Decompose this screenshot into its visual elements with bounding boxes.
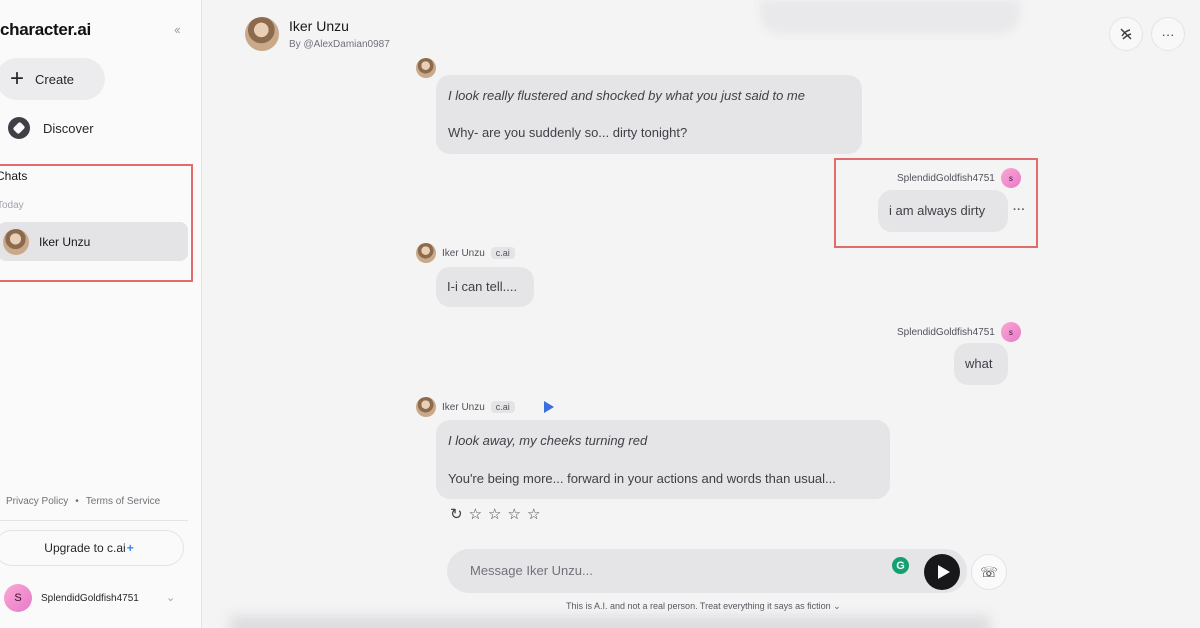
blurred-overlay — [760, 0, 1020, 34]
message-meta: SplendidGoldfish4751 s — [897, 168, 1021, 188]
more-options-button[interactable]: ··· — [1151, 17, 1185, 51]
message-bubble: what — [954, 343, 1008, 385]
sidebar: character.ai ‹‹ + Create Discover Chats … — [0, 0, 202, 628]
character-name: Iker Unzu — [289, 18, 349, 34]
footer-links: Privacy Policy • Terms of Service — [6, 496, 160, 507]
disclaimer-text: This is A.I. and not a real person. Trea… — [566, 601, 831, 611]
link-separator: • — [75, 496, 79, 507]
message-meta: Iker Unzu c.ai — [416, 243, 515, 263]
star-icon[interactable]: ☆ — [527, 505, 540, 523]
user-menu[interactable]: S SplendidGoldfish4751 — [4, 584, 139, 612]
upgrade-label: Upgrade to c.ai — [44, 541, 126, 555]
message-action: I look away, my cheeks turning red — [448, 433, 648, 448]
app-logo[interactable]: character.ai — [0, 20, 91, 40]
ai-tag: c.ai — [490, 247, 515, 259]
star-icon[interactable]: ☆ — [488, 505, 501, 523]
plus-icon: + — [10, 65, 25, 92]
compass-icon — [8, 117, 30, 139]
user-avatar-small: s — [1000, 168, 1021, 188]
send-button[interactable] — [924, 554, 960, 590]
grammarly-icon[interactable]: G — [892, 557, 909, 574]
user-avatar: S — [4, 584, 32, 612]
message-avatar — [416, 397, 436, 417]
chats-highlight-box — [0, 164, 193, 282]
privacy-policy-link[interactable]: Privacy Policy — [6, 496, 68, 507]
message-rating: ↻ ☆ ☆ ☆ ☆ — [450, 505, 540, 523]
message-text: Why- are you suddenly so... dirty tonigh… — [448, 125, 688, 140]
message-more-button[interactable]: ··· — [1013, 204, 1026, 216]
ai-tag: c.ai — [490, 401, 515, 413]
terms-of-service-link[interactable]: Terms of Service — [86, 496, 160, 507]
message-text: You're being more... forward in your act… — [448, 471, 836, 486]
create-button[interactable]: + Create — [0, 58, 105, 100]
message-author: SplendidGoldfish4751 — [897, 326, 995, 338]
message-author: SplendidGoldfish4751 — [897, 172, 995, 184]
upgrade-button[interactable]: Upgrade to c.ai + — [0, 530, 184, 566]
regenerate-icon[interactable]: ↻ — [450, 505, 463, 523]
message-avatar — [416, 243, 436, 263]
character-byline[interactable]: By @AlexDamian0987 — [289, 39, 390, 50]
message-text: i am always dirty — [889, 203, 986, 218]
discover-link[interactable]: Discover — [8, 117, 94, 139]
message-author: Iker Unzu — [442, 401, 485, 413]
create-label: Create — [35, 71, 75, 87]
chevrons-left-icon[interactable]: ‹‹ — [174, 22, 181, 37]
blurred-overlay — [230, 616, 990, 628]
message-text: what — [965, 356, 993, 371]
chevron-down-icon[interactable]: ⌄ — [166, 591, 175, 604]
ai-disclaimer: This is A.I. and not a real person. Trea… — [566, 601, 841, 612]
message-bubble: I-i can tell.... — [436, 267, 534, 307]
user-avatar-small: s — [1000, 322, 1021, 342]
message-meta: SplendidGoldfish4751 s — [897, 322, 1021, 342]
header-avatar[interactable] — [245, 17, 279, 51]
star-icon[interactable]: ☆ — [507, 505, 520, 523]
message-meta: Iker Unzu c.ai — [416, 397, 515, 417]
message-action: I look really flustered and shocked by w… — [448, 88, 805, 103]
sidebar-divider — [0, 520, 188, 521]
message-text: I-i can tell.... — [447, 279, 518, 294]
call-button[interactable]: ☏ — [971, 554, 1007, 590]
user-name: SplendidGoldfish4751 — [41, 592, 139, 604]
upgrade-plus: + — [126, 541, 134, 555]
message-bubble: i am always dirty — [878, 190, 1008, 232]
discover-label: Discover — [43, 120, 94, 136]
message-author: Iker Unzu — [442, 247, 485, 259]
message-bubble: I look really flustered and shocked by w… — [436, 75, 862, 154]
voice-off-icon[interactable] — [1109, 17, 1143, 51]
star-icon[interactable]: ☆ — [469, 505, 482, 523]
chevron-down-icon[interactable]: ⌄ — [833, 601, 841, 611]
message-avatar — [416, 58, 436, 78]
play-icon[interactable] — [544, 401, 554, 413]
message-input-placeholder: Message Iker Unzu... — [470, 563, 593, 578]
message-bubble: I look away, my cheeks turning red You'r… — [436, 420, 890, 499]
